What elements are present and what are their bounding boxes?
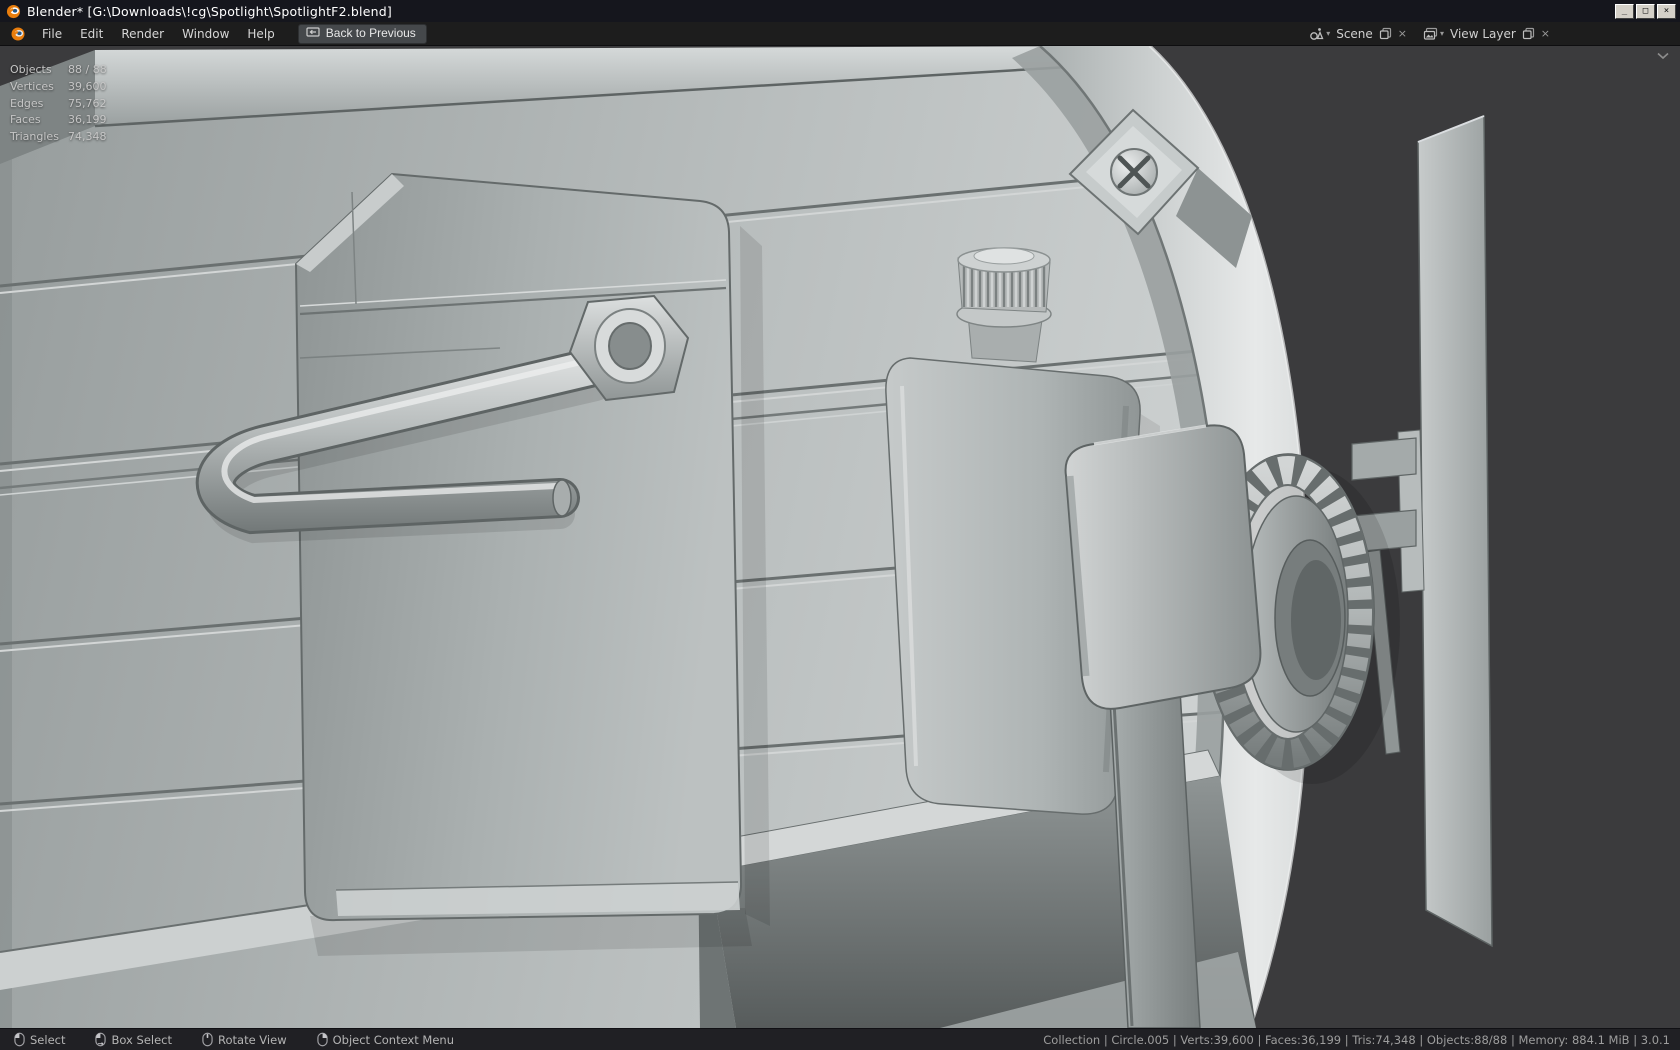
mouse-middle-icon — [202, 1032, 213, 1047]
stats-overlay: Objects 88 / 88 Vertices 39,600 Edges 75,76… — [10, 62, 107, 146]
menubar: File Edit Render Window Help Back to Pre… — [0, 22, 1680, 46]
unlink-scene-icon[interactable]: × — [1396, 27, 1409, 40]
view-layer-name[interactable]: View Layer — [1448, 27, 1518, 41]
chevron-down-icon: ▾ — [1326, 29, 1331, 38]
mouse-drag-icon — [95, 1032, 107, 1047]
stat-triangles: Triangles 74,348 — [10, 130, 107, 144]
back-to-previous-button[interactable]: Back to Previous — [297, 23, 427, 44]
view-layer-icon — [1423, 27, 1438, 40]
hint-rotate-view: Rotate View — [202, 1032, 287, 1047]
stat-faces: Faces 36,199 — [10, 113, 107, 127]
corner-expand-icon[interactable] — [1656, 52, 1670, 60]
stat-edges: Edges 75,762 — [10, 96, 107, 110]
maximize-button[interactable]: □ — [1636, 3, 1655, 19]
statusbar: Select Box Select Rotate View Object Con… — [0, 1028, 1680, 1050]
chevron-down-icon: ▾ — [1440, 29, 1445, 38]
minimize-button[interactable]: _ — [1615, 3, 1634, 19]
model-plate[interactable] — [294, 172, 770, 956]
blender-logo-icon — [6, 4, 21, 18]
menu-edit[interactable]: Edit — [71, 25, 112, 43]
blender-app-icon[interactable] — [10, 26, 26, 42]
view-layer-selector[interactable]: ▾ View Layer × — [1419, 26, 1556, 42]
hint-label: Object Context Menu — [332, 1032, 454, 1047]
scene-name[interactable]: Scene — [1334, 27, 1375, 41]
hint-label: Select — [30, 1032, 66, 1047]
menu-render[interactable]: Render — [112, 25, 173, 43]
hint-context-menu: Object Context Menu — [316, 1032, 454, 1047]
mouse-right-icon — [316, 1032, 328, 1047]
viewport-canvas[interactable] — [0, 46, 1680, 1028]
hint-label: Box Select — [111, 1032, 172, 1047]
menu-file[interactable]: File — [33, 25, 71, 43]
back-icon — [306, 27, 320, 37]
3d-viewport[interactable]: Objects 88 / 88 Vertices 39,600 Edges 75,76… — [0, 46, 1680, 1028]
hint-label: Rotate View — [218, 1032, 287, 1047]
new-view-layer-icon[interactable] — [1522, 27, 1535, 40]
header-right: ▾ Scene × ▾ View Layer × — [1305, 26, 1672, 42]
scene-icon — [1310, 27, 1324, 40]
back-button-label: Back to Previous — [325, 26, 416, 40]
menu-window[interactable]: Window — [173, 25, 238, 43]
stat-vertices: Vertices 39,600 — [10, 79, 107, 93]
scene-selector[interactable]: ▾ Scene × — [1305, 26, 1413, 42]
close-button[interactable]: × — [1657, 3, 1676, 19]
stat-objects: Objects 88 / 88 — [10, 63, 107, 76]
window-controls: _ □ × — [1615, 3, 1676, 19]
window-title: Blender* [G:\Downloads\!cg\Spotlight\Spo… — [27, 3, 392, 19]
hint-box-select: Box Select — [95, 1032, 172, 1047]
mouse-left-icon — [14, 1032, 25, 1047]
titlebar: Blender* [G:\Downloads\!cg\Spotlight\Spo… — [0, 0, 1680, 22]
blender-window: Blender* [G:\Downloads\!cg\Spotlight\Spo… — [0, 0, 1680, 1050]
scene-statistics: Collection | Circle.005 | Verts:39,600 |… — [1043, 1032, 1670, 1047]
hint-select: Select — [14, 1032, 65, 1047]
menu-help[interactable]: Help — [238, 25, 283, 43]
new-scene-icon[interactable] — [1379, 27, 1392, 40]
model-bottle-cap[interactable] — [957, 247, 1051, 313]
remove-view-layer-icon[interactable]: × — [1539, 27, 1552, 40]
